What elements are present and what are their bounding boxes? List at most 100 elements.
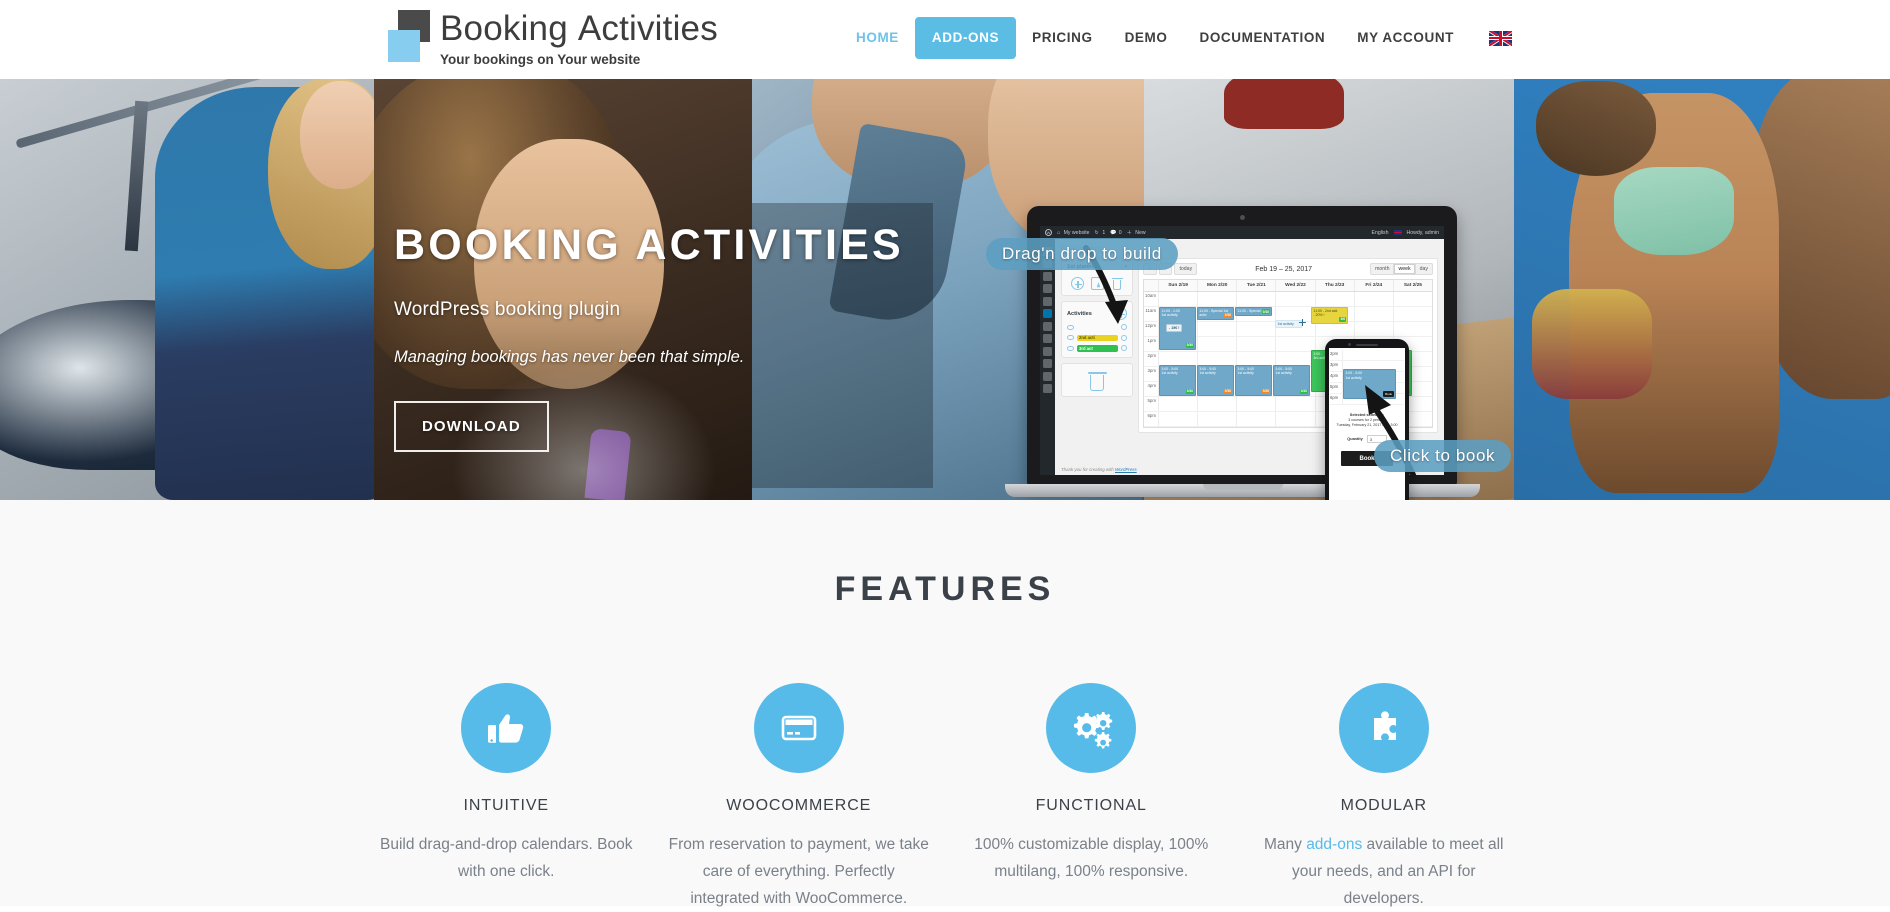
activity-chip[interactable]: 2nd acti	[1077, 334, 1118, 341]
sidebar-icon-pages[interactable]	[1043, 284, 1052, 293]
sidebar-icon-collapse[interactable]	[1043, 384, 1052, 393]
phone-event-book-button[interactable]: Book	[1383, 391, 1394, 397]
calendar-view-day[interactable]: day	[1414, 263, 1433, 276]
calendar-today-button[interactable]: today	[1174, 263, 1198, 276]
nav-item-home[interactable]: HOME	[840, 17, 915, 59]
nav-item-demo[interactable]: DEMO	[1109, 17, 1184, 59]
event-capacity-badge: 0/10	[1185, 342, 1195, 348]
sidebar-icon-plugins[interactable]	[1043, 334, 1052, 343]
calendar-time-label: 2pm	[1147, 352, 1156, 358]
logo-mark-icon	[388, 6, 434, 64]
phone-calendar[interactable]: 2pm 3pm 4pm 5pm 6pm 3:00 - 5:00 1st acti…	[1329, 348, 1405, 405]
sidebar-icon-appearance[interactable]	[1043, 321, 1052, 331]
calendar-time-label: 10am	[1145, 292, 1156, 298]
features-heading: FEATURES	[834, 570, 1056, 608]
laptop-notch	[1202, 484, 1283, 490]
wordpress-logo-icon[interactable]: W	[1045, 229, 1052, 236]
calendar-day-header: Sat 2/25	[1392, 280, 1432, 291]
event-capacity-badge: 0/10	[1261, 309, 1271, 315]
edit-planning-icon[interactable]	[1090, 277, 1104, 290]
wordpress-link[interactable]: WordPress	[1115, 467, 1137, 472]
phone-screen: 2pm 3pm 4pm 5pm 6pm 3:00 - 5:00 1st acti…	[1329, 348, 1405, 500]
nav-item-my-account[interactable]: MY ACCOUNT	[1341, 17, 1470, 59]
admin-bar-new[interactable]: ＋ New	[1127, 229, 1146, 237]
admin-bar-site[interactable]: ⌂ My website	[1057, 230, 1090, 236]
activity-row[interactable]	[1067, 324, 1127, 331]
feature-card-intuitive: INTUITIVE Build drag-and-drop calendars.…	[360, 683, 653, 912]
calendar-time-label: 11am	[1145, 307, 1156, 313]
phone-selected-line2: Tuesday, February 21, 2017 from 3:00	[1336, 423, 1398, 427]
activity-options-icon[interactable]	[1121, 324, 1127, 331]
phone-time-label: 2pm	[1330, 351, 1339, 356]
nav-item-documentation[interactable]: DOCUMENTATION	[1183, 17, 1341, 59]
calendar-day-header: Tue 2/21	[1236, 280, 1275, 291]
event-move-handle-icon[interactable]	[1299, 318, 1306, 326]
phone-calendar-event[interactable]: 3:00 - 5:00 1st activity Book	[1343, 369, 1396, 399]
admin-bar-comments[interactable]: 💬 0	[1110, 230, 1121, 236]
eye-icon[interactable]	[1067, 345, 1074, 351]
download-button[interactable]: DOWNLOAD	[394, 401, 549, 452]
sidebar-icon-settings[interactable]	[1043, 371, 1052, 381]
logo-text: Booking Activities Your bookings on Your…	[440, 6, 718, 68]
trash-dropzone[interactable]	[1061, 362, 1133, 397]
hero-image-helicopter	[0, 79, 374, 500]
uk-flag-icon[interactable]	[1489, 30, 1513, 46]
add-activity-icon[interactable]	[1114, 307, 1127, 320]
feature-description: From reservation to payment, we take car…	[668, 836, 929, 907]
phone-selected-line1: 3 courses for 2 persons	[1348, 418, 1386, 422]
event-capacity-badge: 3/10	[1223, 312, 1233, 318]
activity-chip[interactable]: 3rd act	[1077, 345, 1118, 352]
webcam-icon	[1239, 215, 1245, 220]
calendar-event[interactable]: 3:00 - 5:00 1st activity 0/10	[1159, 364, 1196, 396]
calendar-view-week[interactable]: week	[1393, 263, 1416, 276]
credit-card-icon	[753, 683, 844, 773]
calendar-event[interactable]: 1st activity	[1275, 319, 1302, 328]
calendar-event[interactable]: 3:00 - 5:00 1st activity 0/10	[1273, 364, 1310, 396]
activity-row[interactable]: 2nd acti	[1067, 334, 1127, 341]
calendar-day-headers: Sun 2/19 Mon 2/20 Tue 2/21 Wed 2/22 Thu …	[1144, 280, 1432, 292]
admin-bar-howdy[interactable]: Howdy, admin	[1407, 230, 1439, 236]
eye-icon[interactable]	[1067, 324, 1074, 330]
feature-title: WOOCOMMERCE	[726, 797, 872, 814]
calendar-event[interactable]: 11:00 - Special 1st activ 3/10	[1197, 306, 1234, 320]
sidebar-icon-tools[interactable]	[1043, 359, 1052, 368]
calendar-time-label: 1pm	[1147, 337, 1156, 343]
phone-time-label: 3pm	[1330, 362, 1339, 367]
calendar-day-header: Thu 2/23	[1314, 280, 1354, 291]
calendar-event[interactable]: 3:00 - 5:00 1st activity 3/10	[1235, 364, 1272, 396]
delete-planning-icon[interactable]	[1111, 277, 1124, 290]
add-ons-link[interactable]: add-ons	[1306, 836, 1362, 853]
calendar-event[interactable]: 11:00 - Special 1st 0/10	[1235, 306, 1272, 316]
event-price-chip[interactable]: - 15€ !	[1166, 323, 1183, 332]
phone-time-label: 5pm	[1330, 384, 1339, 389]
sidebar-icon-media[interactable]	[1043, 271, 1052, 281]
sidebar-icon-users[interactable]	[1043, 346, 1052, 356]
site-logo[interactable]: Booking Activities Your bookings on Your…	[388, 6, 718, 68]
calendar-event[interactable]: 11:00 - 2nd acti - 20% ! 0/6	[1311, 306, 1348, 324]
phone-selected-label: Selected schedule:	[1349, 413, 1385, 417]
admin-bar-updates[interactable]: ↻ 1	[1095, 230, 1106, 236]
sidebar-icon-booking-activities[interactable]	[1043, 309, 1052, 318]
calendar-toolbar: ‹ › today Feb 19 – 25, 2017 month week d…	[1143, 263, 1433, 276]
event-capacity-badge: 0/10	[1299, 388, 1309, 394]
event-capacity-badge: 3/10	[1261, 388, 1271, 394]
activity-options-icon[interactable]	[1121, 334, 1127, 341]
phone-speaker-icon	[1356, 343, 1378, 346]
logo-tagline: Your bookings on Your website	[440, 52, 641, 67]
feature-description: 100% customizable display, 100% multilan…	[974, 836, 1209, 880]
sidebar-icon-comments[interactable]	[1043, 296, 1052, 306]
calendar-view-month[interactable]: month	[1370, 263, 1395, 276]
eye-icon[interactable]	[1067, 335, 1074, 341]
nav-item-pricing[interactable]: PRICING	[1016, 17, 1108, 59]
thumbs-up-icon	[461, 683, 552, 773]
calendar-event[interactable]: 3:00 - 5:00 1st activity 3/10	[1197, 364, 1234, 396]
calendar-title: Feb 19 – 25, 2017	[1255, 265, 1313, 273]
phone-mockup: 2pm 3pm 4pm 5pm 6pm 3:00 - 5:00 1st acti…	[1325, 339, 1409, 500]
activity-options-icon[interactable]	[1121, 345, 1127, 352]
logo-title: Booking Activities	[440, 8, 718, 50]
activity-row[interactable]: 3rd act	[1067, 345, 1127, 352]
add-planning-icon[interactable]	[1070, 277, 1084, 290]
activity-chip[interactable]	[1077, 324, 1118, 331]
nav-item-add-ons[interactable]: ADD-ONS	[914, 17, 1017, 59]
admin-bar-language[interactable]: English	[1372, 230, 1389, 236]
